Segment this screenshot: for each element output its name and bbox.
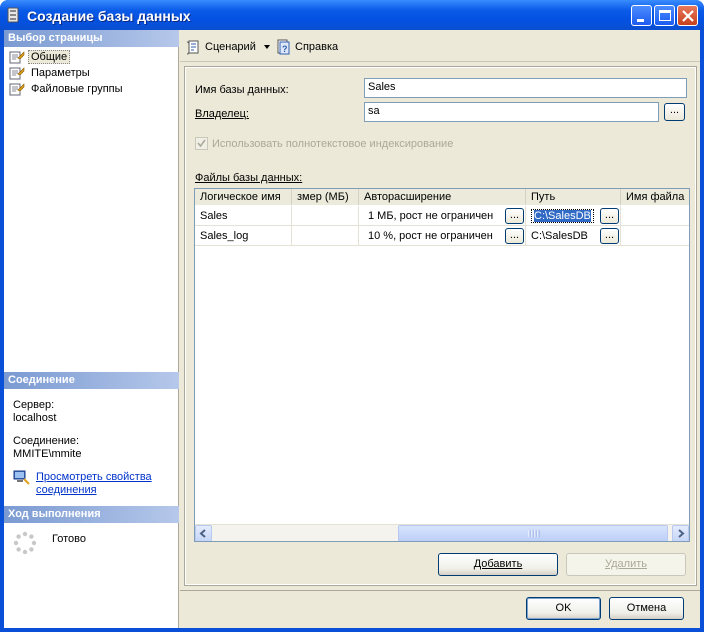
column-header-autogrowth[interactable]: Авторасширение [359, 189, 526, 205]
db-files-grid: Логическое имя змер (МБ) Авторасширение … [194, 188, 690, 542]
add-button-label: Добавить [473, 558, 523, 570]
nav-item-label: Параметры [31, 67, 90, 79]
grip-icon [528, 530, 540, 537]
connection-properties-icon [13, 470, 30, 485]
column-header-path[interactable]: Путь [526, 189, 621, 205]
help-icon: ? [277, 39, 290, 55]
grid-header: Логическое имя змер (МБ) Авторасширение … [195, 189, 689, 205]
owner-input[interactable]: sa [364, 102, 659, 122]
maximize-button[interactable] [654, 5, 675, 26]
autogrowth-browse-button[interactable]: ... [505, 208, 524, 224]
column-header-file-name[interactable]: Имя файла [621, 189, 689, 205]
page-icon [9, 67, 25, 80]
dialog-window: Создание базы данных Выбор страницы Общи… [0, 0, 704, 632]
cell-autogrowth[interactable]: 10 %, рост не ограничен [359, 226, 526, 246]
remove-button-label: Удалить [605, 558, 647, 570]
fulltext-label: Использовать полнотекстовое индексирован… [212, 138, 454, 150]
dialog-client: Выбор страницы Общие Параметры Файловые … [4, 30, 700, 628]
minimize-icon [637, 19, 644, 22]
db-name-input[interactable]: Sales [364, 78, 687, 98]
dropdown-arrow-icon[interactable] [261, 42, 273, 52]
script-button[interactable]: Сценарий [186, 39, 273, 55]
progress-spinner-icon [13, 531, 37, 555]
autogrowth-browse-button[interactable]: ... [505, 228, 524, 244]
connection-value: MMITE\mmite [13, 448, 82, 460]
script-icon [186, 40, 199, 55]
path-browse-button[interactable]: ... [600, 228, 619, 244]
scrollbar-thumb[interactable] [398, 525, 668, 541]
cancel-button[interactable]: Отмена [609, 597, 684, 620]
owner-browse-button[interactable]: ... [664, 103, 685, 121]
nav-item-label: Файловые группы [31, 83, 123, 95]
script-label: Сценарий [205, 41, 256, 53]
column-header-size[interactable]: змер (МБ) [292, 189, 359, 205]
cell-file-name[interactable] [621, 206, 689, 226]
fulltext-checkbox[interactable] [195, 137, 208, 150]
column-header-logical-name[interactable]: Логическое имя [195, 189, 292, 205]
minimize-button[interactable] [631, 5, 652, 26]
progress-status: Готово [52, 533, 86, 545]
autogrowth-value: 10 %, рост не ограничен [368, 230, 493, 242]
link-line-1[interactable]: Просмотреть свойства [36, 471, 152, 484]
title-bar[interactable]: Создание базы данных [0, 0, 704, 30]
nav-item-options[interactable]: Параметры [9, 65, 93, 81]
close-button[interactable] [677, 5, 698, 26]
close-icon [682, 10, 694, 22]
db-name-label: Имя базы данных: [195, 84, 289, 96]
server-value: localhost [13, 412, 57, 424]
help-button[interactable]: ? Справка [276, 39, 338, 55]
owner-label: Владелец: [195, 108, 249, 120]
toolbar: Сценарий ? Справка [180, 30, 700, 62]
cell-logical-name[interactable]: Sales_log [195, 226, 292, 246]
connection-label: Соединение: [13, 435, 80, 447]
nav-item-label: Общие [28, 50, 71, 64]
add-button[interactable]: Добавить [438, 553, 558, 576]
cell-size[interactable] [292, 206, 359, 226]
ok-button[interactable]: OK [526, 597, 601, 620]
path-value-selected[interactable]: C:\SalesDB [531, 209, 594, 223]
server-label: Сервер: [13, 399, 55, 411]
window-title: Создание базы данных [27, 8, 191, 24]
path-browse-button[interactable]: ... [600, 208, 619, 224]
chevron-left-icon [199, 529, 206, 538]
connection-header: Соединение [4, 372, 179, 389]
scroll-right-button[interactable] [672, 525, 689, 541]
cell-file-name[interactable] [621, 226, 689, 246]
progress-header: Ход выполнения [4, 506, 179, 523]
scroll-left-button[interactable] [195, 525, 212, 541]
remove-button[interactable]: Удалить [566, 553, 686, 576]
nav-item-general[interactable]: Общие [9, 49, 71, 65]
help-label: Справка [295, 41, 339, 53]
page-icon [9, 51, 25, 64]
database-icon [7, 7, 19, 23]
nav-item-filegroups[interactable]: Файловые группы [9, 81, 126, 97]
cell-logical-name[interactable]: Sales [195, 206, 292, 226]
link-line-2[interactable]: соединения [36, 484, 152, 497]
chevron-right-icon [678, 529, 685, 538]
db-files-label: Файлы базы данных: [195, 172, 303, 184]
cell-size[interactable] [292, 226, 359, 246]
horizontal-scrollbar[interactable] [195, 524, 689, 541]
svg-text:?: ? [282, 44, 288, 54]
page-icon [9, 83, 25, 96]
view-connection-properties-link[interactable]: Просмотреть свойства соединения [36, 471, 152, 497]
pages-header: Выбор страницы [4, 30, 179, 47]
cell-autogrowth[interactable]: 1 МБ, рост не ограничен [359, 206, 526, 226]
maximize-icon [659, 10, 671, 21]
autogrowth-value: 1 МБ, рост не ограничен [368, 210, 494, 222]
checkmark-icon [197, 139, 206, 148]
left-pane: Выбор страницы Общие Параметры Файловые … [4, 30, 179, 628]
